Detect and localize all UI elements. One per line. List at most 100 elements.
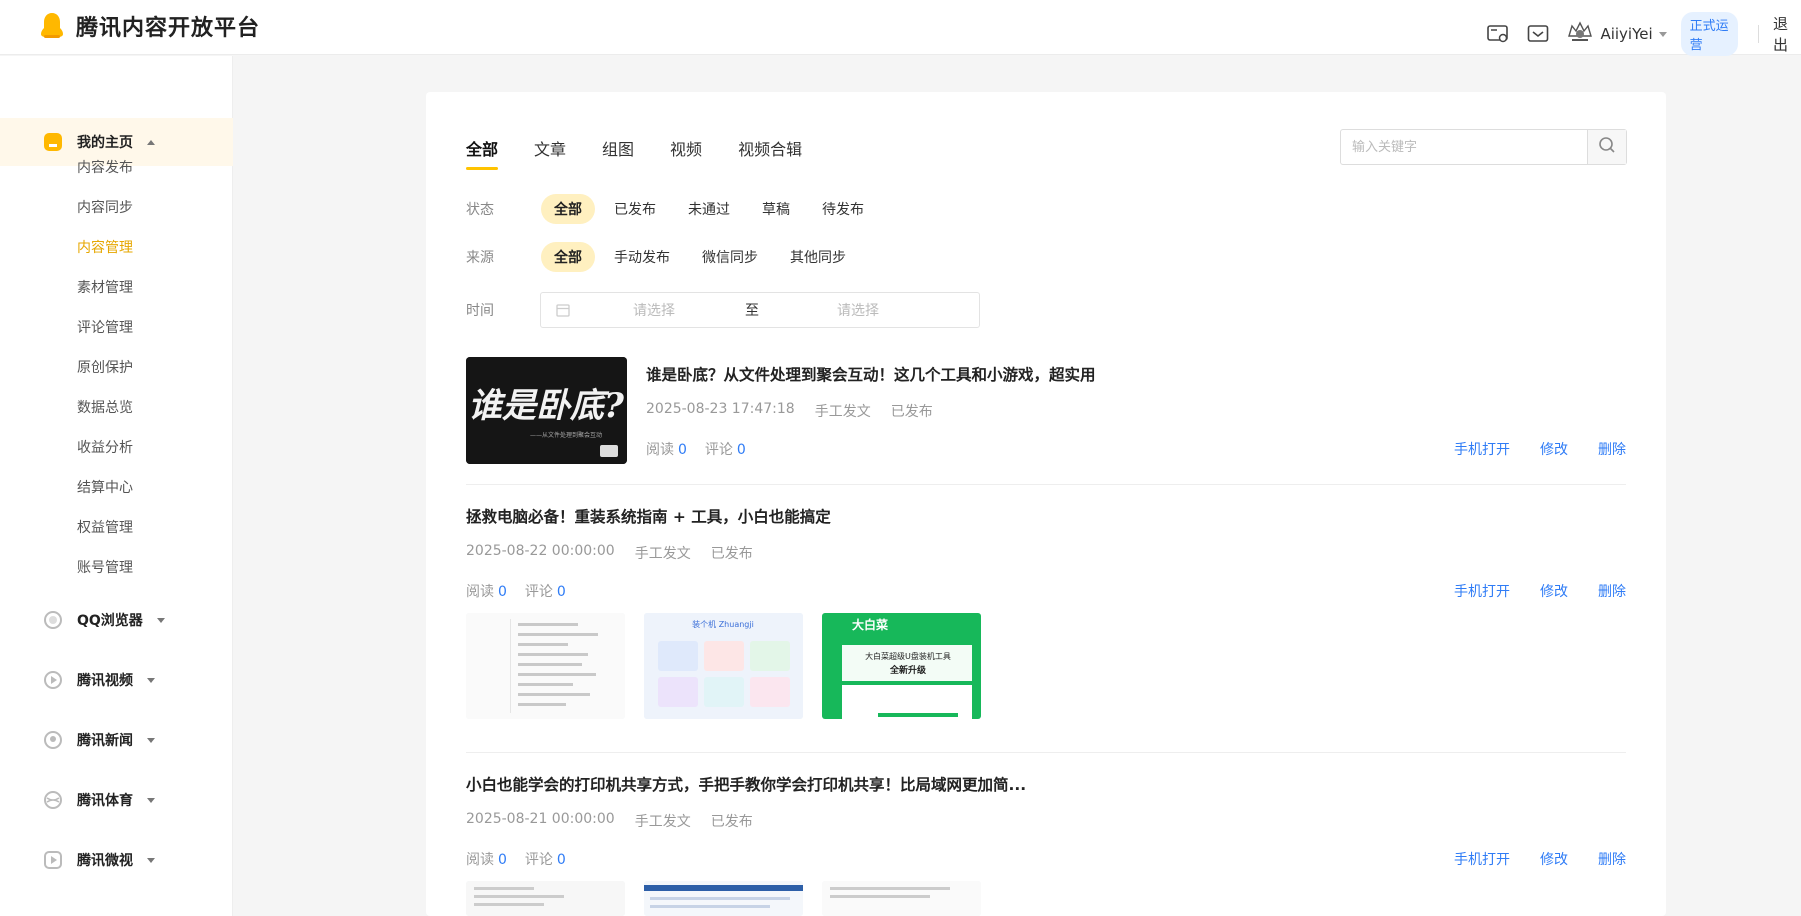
delete-link[interactable]: 删除 [1598,849,1626,869]
chevron-down-icon [1658,31,1667,37]
sidebar-sub-data[interactable]: 数据总览 [77,397,133,417]
search-box [1340,129,1627,165]
time-filter-label-row: 时间 [466,300,541,320]
article-image[interactable] [644,881,803,916]
article-item: 小白也能学会的打印机共享方式，手把手教你学会打印机共享！比局域网更加简... 2… [466,773,1626,916]
filter-label: 状态 [466,202,494,218]
tab-articles[interactable]: 文章 [534,136,566,170]
article-item: 谁是卧底? ——从文件处理到聚会互动 谁是卧底？从文件处理到聚会互动！这几个工具… [466,357,1626,467]
chevron-down-icon [156,617,165,623]
sports-icon [43,790,63,810]
user-menu[interactable]: AiiyiYei 正式运营 [1566,12,1739,56]
video-icon [43,670,63,690]
sidebar-group-qq-browser[interactable]: QQ浏览器 [43,610,165,630]
article-image[interactable]: 装个机 Zhuangji [644,613,803,719]
sidebar-group-tencent-video[interactable]: 腾讯视频 [43,670,155,690]
edit-link[interactable]: 修改 [1540,581,1568,601]
delete-link[interactable]: 删除 [1598,581,1626,601]
article-time: 2025-08-21 00:00:00 [466,811,615,827]
open-mobile-link[interactable]: 手机打开 [1454,849,1510,869]
status-pending[interactable]: 待发布 [809,194,877,224]
article-item: 拯救电脑必备！重装系统指南 + 工具，小白也能搞定 2025-08-22 00:… [466,505,1626,719]
tab-all[interactable]: 全部 [466,136,499,170]
sidebar-group-tencent-news[interactable]: 腾讯新闻 [43,730,155,750]
date-range-picker[interactable]: 请选择 至 请选择 [540,292,980,328]
article-status: 已发布 [710,814,753,830]
message-icon[interactable] [1526,21,1550,47]
tab-video-collection[interactable]: 视频合辑 [738,136,802,170]
article-title[interactable]: 小白也能学会的打印机共享方式，手把手教你学会打印机共享！比局域网更加简... [466,773,1026,795]
article-image[interactable] [466,613,625,719]
status-rejected[interactable]: 未通过 [675,194,743,224]
divider [466,752,1626,753]
article-time: 2025-08-22 00:00:00 [466,543,615,559]
article-actions: 手机打开 修改 删除 [1454,849,1626,869]
sidebar-sub-rights[interactable]: 权益管理 [77,517,133,537]
tab-video[interactable]: 视频 [670,136,702,170]
article-stats: 阅读 0 评论 0 [466,849,566,869]
comment-count: 评论 0 [704,442,746,458]
date-end-input[interactable]: 请选择 [837,300,879,320]
article-image[interactable] [466,881,625,916]
source-manual[interactable]: 手动发布 [601,242,683,272]
read-count: 阅读 0 [646,442,687,458]
chevron-down-icon [147,677,155,683]
source-other[interactable]: 其他同步 [777,242,859,272]
sidebar-sub-content-manage[interactable]: 内容管理 [77,237,133,257]
chevron-down-icon [147,737,155,743]
open-mobile-link[interactable]: 手机打开 [1454,439,1510,459]
sidebar-item-label: 我的主页 [77,135,133,151]
avatar-icon [1566,20,1594,48]
article-status: 已发布 [890,404,933,420]
edit-link[interactable]: 修改 [1540,849,1568,869]
image-title: 装个机 Zhuangji [692,619,754,629]
article-title[interactable]: 拯救电脑必备！重装系统指南 + 工具，小白也能搞定 [466,505,831,527]
source-wechat[interactable]: 微信同步 [689,242,771,272]
status-published[interactable]: 已发布 [601,194,669,224]
calendar-icon [555,302,571,318]
article-meta: 2025-08-21 00:00:00 手工发文 已发布 [466,811,753,831]
screen-icon[interactable] [1486,21,1510,47]
article-meta: 2025-08-23 17:47:18 手工发文 已发布 [646,401,933,421]
top-bar: 腾讯内容开放平台 AiiyiYei 正式运营 退出 [0,0,1801,56]
article-source: 手工发文 [634,814,691,830]
article-status: 已发布 [710,546,753,562]
edit-link[interactable]: 修改 [1540,439,1568,459]
chevron-up-icon [147,139,155,145]
thumbnail-caption: ——从文件处理到聚会互动 [530,431,602,439]
status-draft[interactable]: 草稿 [749,194,803,224]
brand-logo[interactable]: 腾讯内容开放平台 [38,10,260,42]
article-image[interactable] [822,881,981,916]
date-start-input[interactable]: 请选择 [633,300,675,320]
sidebar-sub-income[interactable]: 收益分析 [77,437,133,457]
sidebar-group-tencent-sports[interactable]: 腾讯体育 [43,790,155,810]
article-thumbnail[interactable]: 谁是卧底? ——从文件处理到聚会互动 [466,357,627,464]
article-source: 手工发文 [634,546,691,562]
source-all[interactable]: 全部 [541,242,595,272]
sidebar-sub-settlement[interactable]: 结算中心 [77,477,133,497]
sidebar-sub-material[interactable]: 素材管理 [77,277,133,297]
sidebar-sub-comments[interactable]: 评论管理 [77,317,133,337]
open-mobile-link[interactable]: 手机打开 [1454,581,1510,601]
search-button[interactable] [1587,130,1626,164]
brand-name: 腾讯内容开放平台 [76,16,261,41]
sidebar-sub-content-publish[interactable]: 内容发布 [77,157,133,177]
sidebar-sub-original[interactable]: 原创保护 [77,357,133,377]
sidebar-sub-content-sync[interactable]: 内容同步 [77,197,133,217]
sidebar-sub-account[interactable]: 账号管理 [77,557,133,577]
qq-browser-icon [43,610,63,630]
article-title[interactable]: 谁是卧底？从文件处理到聚会互动！这几个工具和小游戏，超实用 [646,363,1096,385]
article-time: 2025-08-23 17:47:18 [646,401,795,417]
status-all[interactable]: 全部 [541,194,595,224]
delete-link[interactable]: 删除 [1598,439,1626,459]
article-stats: 阅读 0 评论 0 [646,439,746,459]
search-input[interactable] [1341,130,1587,164]
image-line1: 大白菜超级U盘装机工具 [865,651,951,661]
sidebar: 我的主页 内容发布 内容同步 内容管理 素材管理 评论管理 原创保护 数据总览 … [0,56,233,916]
logout-link[interactable]: 退出 [1773,13,1801,55]
article-images: 装个机 Zhuangji 大白菜 大白菜超级U盘装机工具 全新升级 [466,613,981,719]
tab-gallery[interactable]: 组图 [602,136,634,170]
article-image[interactable]: 大白菜 大白菜超级U盘装机工具 全新升级 [822,613,981,719]
read-count: 阅读 0 [466,584,507,600]
sidebar-group-tencent-weishi[interactable]: 腾讯微视 [43,850,155,870]
